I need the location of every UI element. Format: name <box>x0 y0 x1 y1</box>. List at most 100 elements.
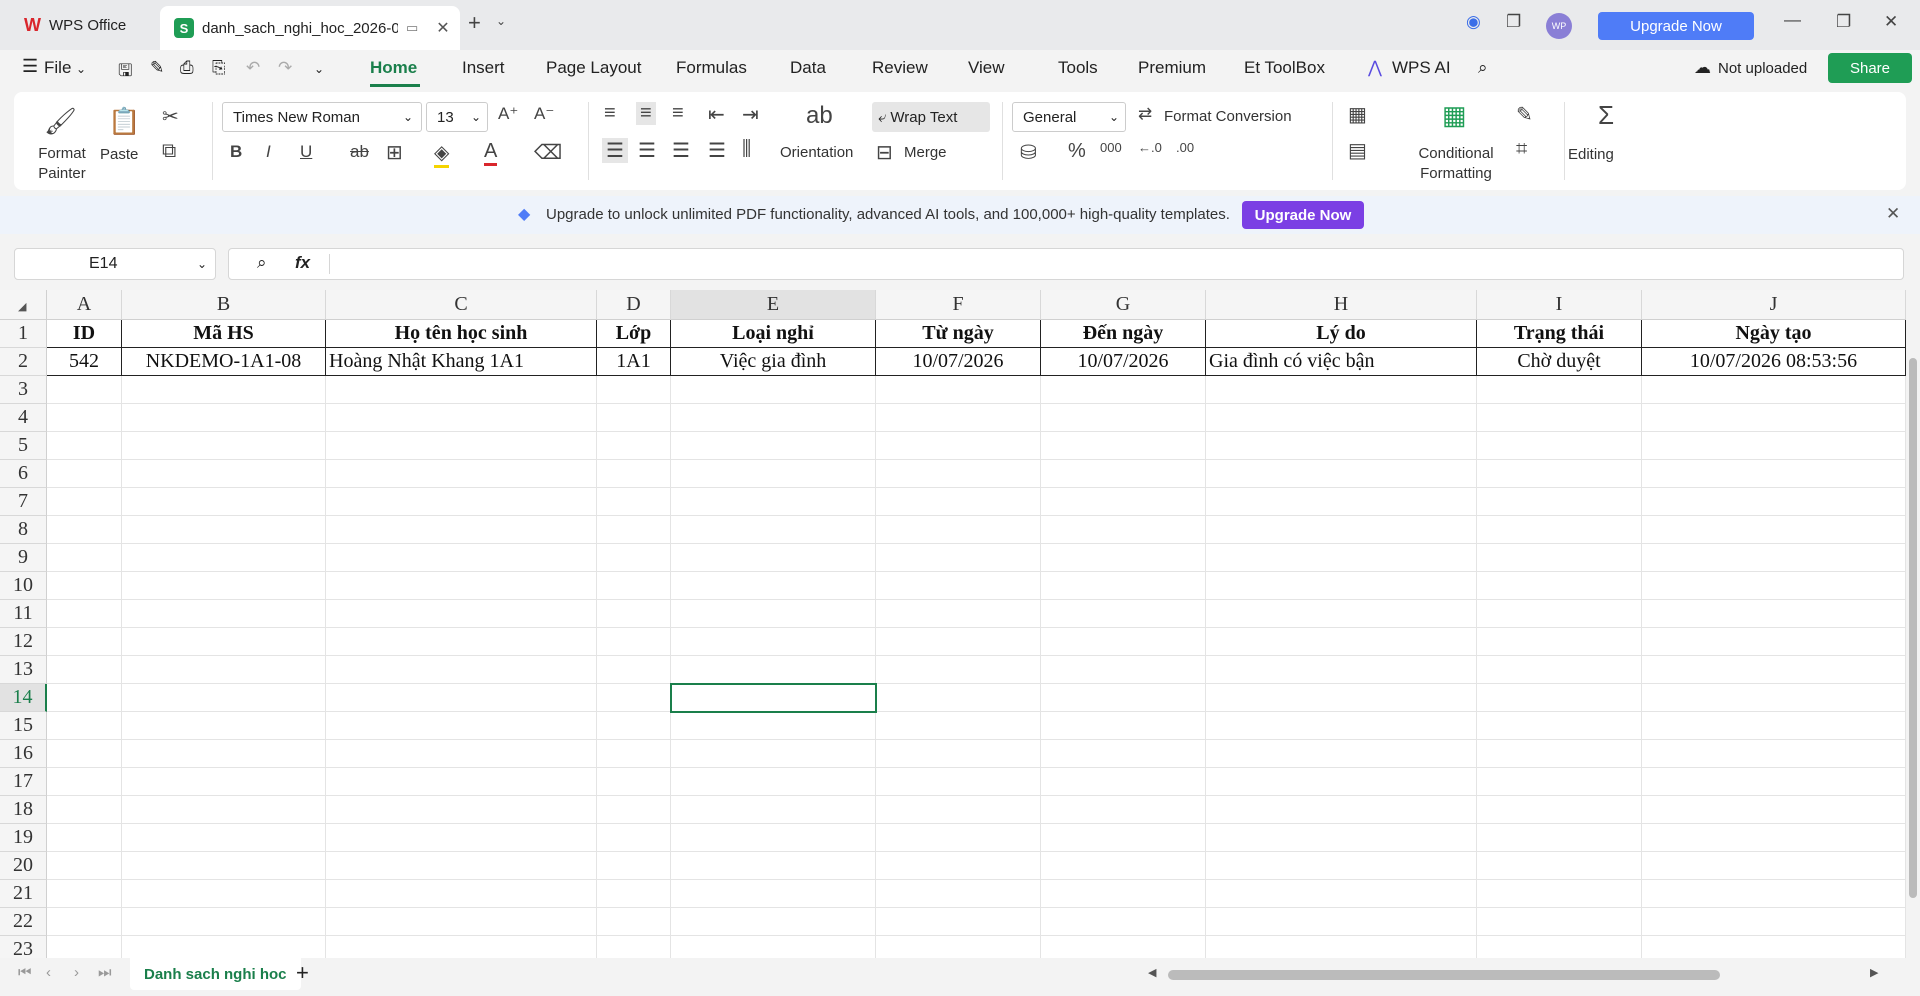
fx-icon[interactable]: fx <box>295 253 310 273</box>
name-box[interactable]: E14 ⌄ <box>14 248 216 280</box>
wrap-text-button[interactable]: ⤶ Wrap Text <box>872 102 990 132</box>
empty-cell[interactable] <box>1642 404 1906 432</box>
empty-cell[interactable] <box>1477 684 1642 712</box>
window-switch-icon[interactable]: ❐ <box>1506 12 1521 32</box>
empty-cell[interactable] <box>1041 712 1206 740</box>
empty-cell[interactable] <box>1206 768 1477 796</box>
row-header-16[interactable]: 16 <box>0 740 47 768</box>
empty-cell[interactable] <box>597 488 671 516</box>
chevron-down-icon[interactable]: ⌄ <box>76 62 86 76</box>
cell-style-icon[interactable]: ▤ <box>1348 138 1367 163</box>
empty-cell[interactable] <box>597 908 671 936</box>
empty-cell[interactable] <box>122 684 326 712</box>
formula-input[interactable]: ⌕ fx <box>228 248 1904 280</box>
currency-icon[interactable]: ⛁ <box>1020 140 1037 165</box>
row-header-9[interactable]: 9 <box>0 544 47 572</box>
hamburger-icon[interactable]: ☰ <box>22 56 38 77</box>
empty-cell[interactable] <box>671 544 876 572</box>
empty-cell[interactable] <box>1642 852 1906 880</box>
editing-button[interactable]: Editing <box>1568 146 1614 163</box>
empty-cell[interactable] <box>671 516 876 544</box>
empty-cell[interactable] <box>1041 740 1206 768</box>
last-sheet-icon[interactable]: ⏭ <box>98 964 112 981</box>
empty-cell[interactable] <box>671 768 876 796</box>
menu-premium[interactable]: Premium <box>1138 58 1206 78</box>
align-bottom-icon[interactable]: ≡ <box>672 102 684 125</box>
orientation-button[interactable]: Orientation <box>780 144 853 161</box>
empty-cell[interactable] <box>1206 684 1477 712</box>
format-conversion-icon[interactable]: ⇄ <box>1138 104 1152 124</box>
empty-cell[interactable] <box>1206 404 1477 432</box>
empty-cell[interactable] <box>1477 432 1642 460</box>
empty-cell[interactable] <box>1041 544 1206 572</box>
empty-cell[interactable] <box>876 796 1041 824</box>
empty-cell[interactable] <box>47 376 122 404</box>
empty-cell[interactable] <box>326 488 597 516</box>
menu-page-layout[interactable]: Page Layout <box>546 58 641 78</box>
underline-icon[interactable]: U <box>300 142 312 162</box>
close-icon[interactable]: ✕ <box>1886 204 1900 224</box>
empty-cell[interactable] <box>326 460 597 488</box>
empty-cell[interactable] <box>326 572 597 600</box>
empty-cell[interactable] <box>122 908 326 936</box>
empty-cell[interactable] <box>597 600 671 628</box>
upgrade-now-button[interactable]: Upgrade Now <box>1598 12 1754 40</box>
close-tab-icon[interactable]: ✕ <box>436 18 449 38</box>
align-center-icon[interactable]: ☰ <box>638 138 656 163</box>
empty-cell[interactable] <box>1642 684 1906 712</box>
empty-cell[interactable] <box>1642 544 1906 572</box>
empty-cell[interactable] <box>1041 880 1206 908</box>
row-header-12[interactable]: 12 <box>0 628 47 656</box>
empty-cell[interactable] <box>876 488 1041 516</box>
empty-cell[interactable] <box>122 544 326 572</box>
empty-cell[interactable] <box>1041 628 1206 656</box>
empty-cell[interactable] <box>122 936 326 958</box>
column-header-c[interactable]: C <box>326 290 597 320</box>
row-header-13[interactable]: 13 <box>0 656 47 684</box>
empty-cell[interactable] <box>597 544 671 572</box>
empty-cell[interactable] <box>597 628 671 656</box>
empty-cell[interactable] <box>1642 936 1906 958</box>
empty-cell[interactable] <box>47 796 122 824</box>
empty-cell[interactable] <box>1041 684 1206 712</box>
data-cell-ma-hs[interactable]: NKDEMO-1A1-08 <box>122 348 326 376</box>
zoom-icon[interactable]: ⌕ <box>257 253 267 273</box>
menu-et-toolbox[interactable]: Et ToolBox <box>1244 58 1325 78</box>
header-cell-ngay-tao[interactable]: Ngày tạo <box>1642 320 1906 348</box>
empty-cell[interactable] <box>122 768 326 796</box>
format-conversion-button[interactable]: Format Conversion <box>1164 108 1292 125</box>
empty-cell[interactable] <box>1206 880 1477 908</box>
row-header-18[interactable]: 18 <box>0 796 47 824</box>
empty-cell[interactable] <box>1477 936 1642 958</box>
empty-cell[interactable] <box>1206 824 1477 852</box>
empty-cell[interactable] <box>1477 404 1642 432</box>
empty-cell[interactable] <box>326 544 597 572</box>
column-header-b[interactable]: B <box>122 290 326 320</box>
empty-cell[interactable] <box>1477 488 1642 516</box>
column-header-d[interactable]: D <box>597 290 671 320</box>
empty-cell[interactable] <box>597 768 671 796</box>
data-cell-ho-ten[interactable]: Hoàng Nhật Khang 1A1 <box>326 348 597 376</box>
empty-cell[interactable] <box>597 880 671 908</box>
empty-cell[interactable] <box>671 572 876 600</box>
empty-cell[interactable] <box>1477 712 1642 740</box>
empty-cell[interactable] <box>671 740 876 768</box>
empty-cell[interactable] <box>1642 908 1906 936</box>
empty-cell[interactable] <box>1206 460 1477 488</box>
empty-cell[interactable] <box>876 880 1041 908</box>
empty-cell[interactable] <box>876 460 1041 488</box>
header-cell-loai-nghi[interactable]: Loại nghỉ <box>671 320 876 348</box>
empty-cell[interactable] <box>1642 600 1906 628</box>
orientation-icon[interactable]: ab <box>806 102 833 130</box>
ai-assistant-icon[interactable]: ◉ <box>1466 12 1481 32</box>
header-cell-ly-do[interactable]: Lý do <box>1206 320 1477 348</box>
column-header-j[interactable]: J <box>1642 290 1906 320</box>
empty-cell[interactable] <box>122 460 326 488</box>
empty-cell[interactable] <box>1477 376 1642 404</box>
empty-cell[interactable] <box>122 432 326 460</box>
empty-cell[interactable] <box>1642 432 1906 460</box>
menu-file[interactable]: File <box>44 58 71 78</box>
column-header-h[interactable]: H <box>1206 290 1477 320</box>
data-cell-id[interactable]: 542 <box>47 348 122 376</box>
crop-icon[interactable]: ⌗ <box>1516 138 1527 161</box>
